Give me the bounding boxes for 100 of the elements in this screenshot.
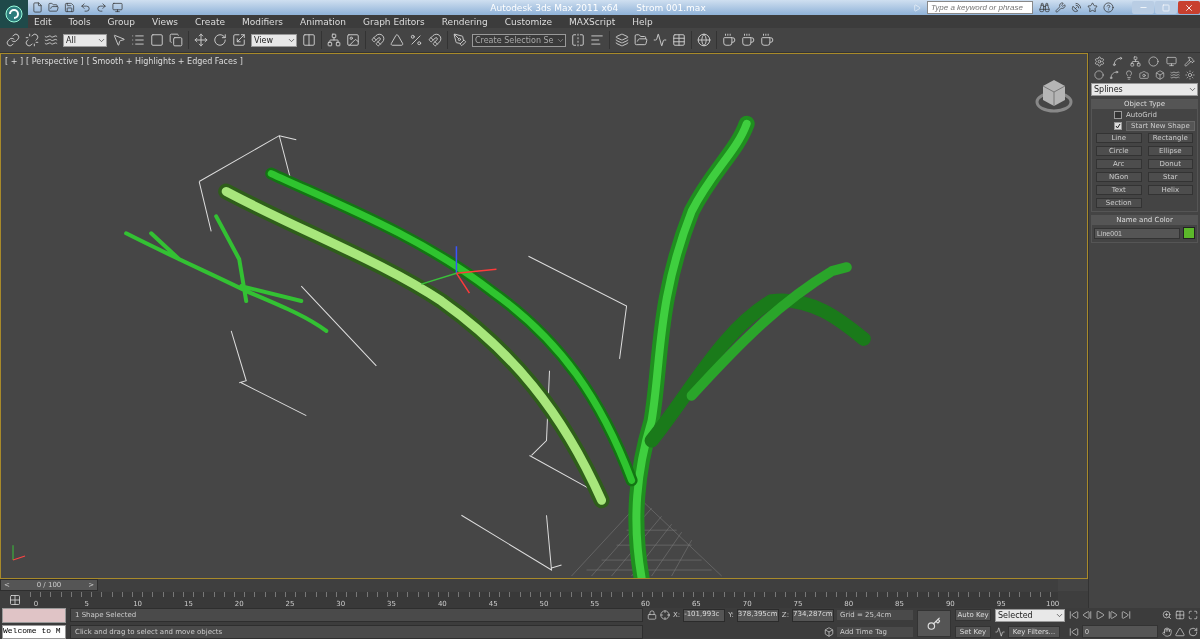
curve-icon[interactable] — [995, 626, 1005, 637]
monitor-icon[interactable] — [1165, 56, 1177, 67]
triangle-icon[interactable] — [390, 33, 404, 47]
box-icon[interactable] — [1154, 70, 1165, 80]
pen-icon[interactable] — [453, 33, 467, 47]
image-icon[interactable] — [346, 33, 360, 47]
menu-item[interactable]: Create — [195, 16, 225, 27]
percent-icon[interactable] — [409, 33, 423, 47]
reference-coordinate-dropdown[interactable]: View — [251, 33, 297, 47]
viewport-label[interactable]: [ + ] — [5, 57, 24, 66]
search-field[interactable]: Type a keyword or phrase — [927, 1, 1033, 14]
star-icon[interactable] — [1087, 2, 1098, 13]
move-icon[interactable] — [194, 33, 208, 47]
selection-filter-dropdown[interactable]: All — [63, 33, 107, 47]
rotate-icon[interactable] — [213, 33, 227, 47]
zoom-icon[interactable] — [1162, 610, 1172, 621]
menu-item[interactable]: Customize — [504, 16, 552, 27]
curve-icon[interactable] — [652, 33, 667, 47]
category-dropdown[interactable]: Splines — [1091, 83, 1198, 96]
pan-icon[interactable] — [1162, 626, 1172, 637]
circle-icon[interactable] — [1093, 70, 1104, 80]
checkbox[interactable] — [1114, 122, 1122, 130]
viewport-label[interactable]: [ Perspective ] — [26, 57, 84, 66]
named-selection-dropdown[interactable]: Create Selection Se — [472, 33, 566, 47]
monitor-icon[interactable] — [112, 2, 123, 13]
undo-icon[interactable] — [80, 2, 91, 13]
cube-icon[interactable] — [824, 626, 834, 637]
go-to-start-icon[interactable] — [1069, 610, 1079, 621]
light-icon[interactable] — [1124, 70, 1135, 80]
file-name: Strom 001.max — [636, 2, 706, 13]
key-mode-dropdown[interactable]: Selected — [995, 608, 1065, 622]
table-icon[interactable] — [671, 33, 686, 47]
align-icon[interactable] — [589, 33, 604, 47]
menu-item[interactable]: Modifiers — [241, 16, 284, 27]
close-icon — [1184, 2, 1194, 13]
viewport-label[interactable]: [ Smooth + Highlights + Edged Faces ] — [86, 57, 243, 66]
menu-item[interactable]: Views — [152, 16, 179, 27]
sun-icon[interactable] — [1185, 70, 1196, 80]
shape-icon[interactable] — [1108, 70, 1119, 80]
menu-item[interactable]: Help — [632, 16, 653, 27]
hammer-icon[interactable] — [1183, 56, 1195, 67]
magnet-icon[interactable] — [371, 33, 385, 47]
scale-icon[interactable] — [232, 33, 246, 47]
columns-icon[interactable] — [302, 33, 316, 47]
pointer-icon[interactable] — [112, 33, 126, 47]
crosshair-icon[interactable] — [659, 610, 670, 621]
menu-item[interactable]: Group — [107, 16, 135, 27]
list-icon[interactable] — [131, 33, 145, 47]
checkbox[interactable] — [1114, 111, 1122, 119]
circle-icon[interactable] — [1147, 56, 1159, 67]
magnet-icon[interactable] — [428, 33, 442, 47]
key-icon — [927, 616, 941, 631]
perspective-viewport[interactable]: [ + ] [ Perspective ] [ Smooth + Highlights + Edged Faces ] — [0, 53, 1088, 579]
axis-tripod — [12, 544, 26, 561]
object-color-swatch[interactable] — [1183, 227, 1195, 239]
new-file-icon[interactable] — [32, 2, 43, 13]
app-logo-button[interactable] — [0, 0, 28, 28]
app-title: Autodesk 3ds Max 2011 x64 — [490, 2, 619, 13]
square-icon[interactable] — [150, 33, 164, 47]
binoculars-icon[interactable] — [1039, 2, 1050, 13]
folder-icon[interactable] — [48, 2, 59, 13]
network-icon[interactable] — [327, 33, 341, 47]
copy-icon[interactable] — [169, 33, 183, 47]
unlink-icon[interactable] — [25, 33, 39, 47]
wrench-icon[interactable] — [1055, 2, 1066, 13]
play-icon[interactable] — [1095, 610, 1105, 621]
mirror-icon[interactable] — [570, 33, 585, 47]
camera-icon[interactable] — [1139, 70, 1150, 80]
caret-icon — [1188, 85, 1197, 94]
previous-frame-icon[interactable] — [1082, 610, 1092, 621]
move-gizmo[interactable] — [420, 245, 498, 294]
listener-field[interactable] — [2, 608, 66, 623]
sphere-icon[interactable] — [696, 33, 711, 47]
hierarchy-icon[interactable] — [1130, 56, 1142, 67]
menu-item[interactable]: Graph Editors — [362, 16, 425, 27]
menu-item[interactable]: Edit — [34, 16, 52, 27]
waves-icon[interactable] — [1170, 70, 1181, 80]
waves-icon[interactable] — [44, 33, 58, 47]
menu-item[interactable]: MAXScript — [568, 16, 616, 27]
lock-icon[interactable] — [646, 610, 657, 621]
menu-item[interactable]: Rendering — [441, 16, 488, 27]
layers-icon[interactable] — [614, 33, 629, 47]
curve-icon[interactable] — [1112, 56, 1124, 67]
gear-icon[interactable] — [1094, 56, 1106, 67]
set-key-button[interactable] — [917, 610, 951, 637]
satellite-dish-icon[interactable] — [1071, 2, 1082, 13]
square-icon — [1162, 3, 1170, 12]
orbit-icon[interactable] — [1188, 626, 1198, 637]
redo-icon[interactable] — [96, 2, 107, 13]
zoom-extents-icon[interactable] — [1188, 610, 1198, 621]
close-button[interactable] — [1178, 1, 1200, 14]
help-icon[interactable] — [1103, 2, 1114, 13]
save-icon[interactable] — [64, 2, 75, 13]
menu-item[interactable]: Animation — [300, 16, 346, 27]
listener-output-field[interactable]: Welcome to M — [2, 625, 66, 639]
menu-item[interactable]: Tools — [68, 16, 91, 27]
go-to-end-icon[interactable] — [1121, 610, 1131, 621]
link-icon[interactable] — [6, 33, 20, 47]
next-frame-icon[interactable] — [1108, 610, 1118, 621]
tree-branch-model[interactable] — [124, 115, 871, 578]
